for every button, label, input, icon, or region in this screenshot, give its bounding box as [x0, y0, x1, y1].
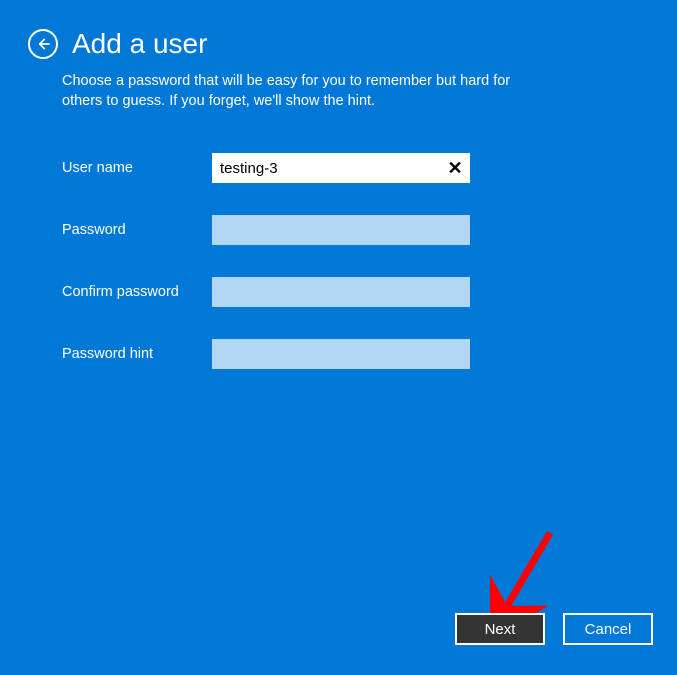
username-input[interactable]: [212, 153, 470, 183]
clear-username-button[interactable]: ✕: [444, 157, 466, 179]
page-subtitle: Choose a password that will be easy for …: [0, 60, 590, 111]
arrow-left-icon: [35, 36, 51, 52]
back-button[interactable]: [28, 29, 58, 59]
password-label: Password: [62, 222, 212, 238]
page-title: Add a user: [72, 28, 207, 60]
add-user-form: User name ✕ Password Confirm password Pa…: [0, 111, 677, 369]
confirm-password-input[interactable]: [212, 277, 470, 307]
next-button[interactable]: Next: [455, 613, 545, 645]
username-label: User name: [62, 160, 212, 176]
password-hint-label: Password hint: [62, 346, 212, 362]
cancel-button[interactable]: Cancel: [563, 613, 653, 645]
password-input[interactable]: [212, 215, 470, 245]
close-icon: ✕: [447, 158, 462, 179]
confirm-password-label: Confirm password: [62, 284, 212, 300]
password-hint-input[interactable]: [212, 339, 470, 369]
